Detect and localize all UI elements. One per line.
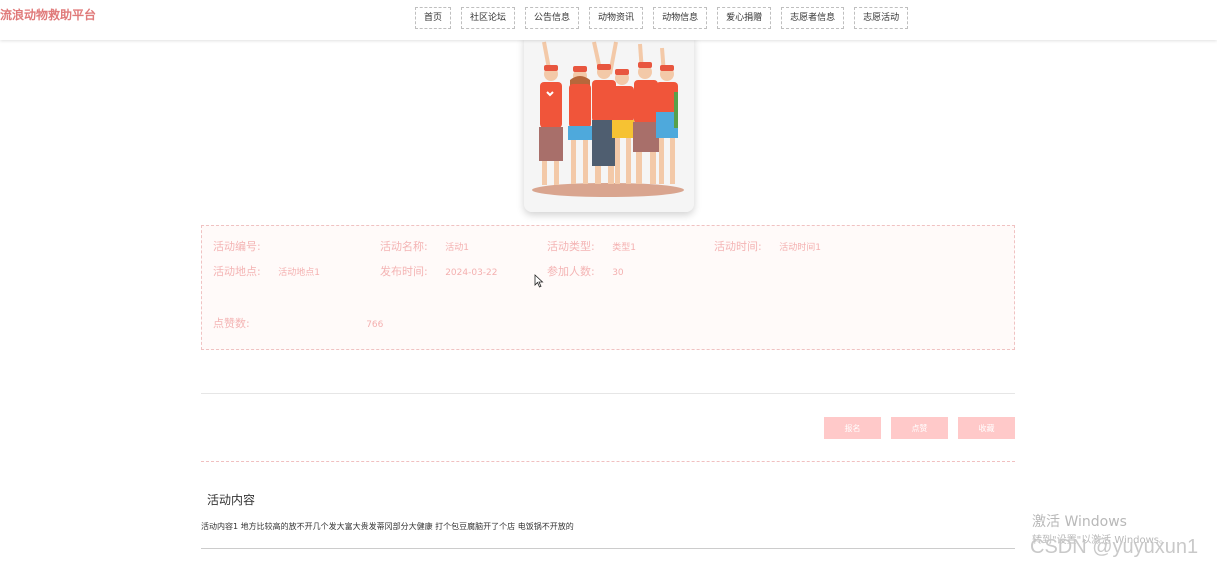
field-activity-time: 活动时间: 活动时间1 [714,238,821,254]
value-activity-type: 类型1 [612,243,636,253]
mouse-cursor-icon [534,274,544,288]
nav-donation[interactable]: 爱心捐赠 [717,7,772,29]
divider-middle [201,461,1015,462]
volunteers-illustration [524,32,694,212]
label-activity-time: 活动时间: [714,240,762,253]
label-activity-type: 活动类型: [547,240,595,253]
activity-content-title: 活动内容 [207,493,256,507]
field-like-count: 点赞数: 766 [213,315,383,331]
label-activity-name: 活动名称: [380,240,428,253]
activity-image [524,32,694,212]
divider-bottom [201,548,1015,549]
label-activity-id: 活动编号: [213,240,261,253]
label-like-count: 点赞数: [213,317,250,330]
field-participant-count: 参加人数: 30 [547,263,624,279]
field-activity-type: 活动类型: 类型1 [547,238,636,254]
value-activity-time: 活动时间1 [779,243,821,253]
nav-home[interactable]: 首页 [415,7,452,29]
nav-animal-info[interactable]: 动物信息 [653,7,708,29]
like-button[interactable]: 点赞 [891,417,948,439]
activity-info-panel: 活动编号: 活动名称: 活动1 活动类型: 类型1 活动时间: 活动时间1 活动… [201,225,1015,350]
value-activity-name: 活动1 [445,243,469,253]
favorite-button[interactable]: 收藏 [958,417,1015,439]
field-activity-name: 活动名称: 活动1 [380,238,469,254]
divider-top [201,393,1015,394]
top-header: 流浪动物救助平台 首页 社区论坛 公告信息 动物资讯 动物信息 爱心捐赠 志愿者… [0,0,1217,40]
csdn-watermark: CSDN @yuyuxun1 [1030,536,1199,558]
activity-content-text: 活动内容1 地方比较高的放不开几个发大富大贵发蒂冈部分大健康 打个包豆腐脑开了个… [201,522,574,531]
site-logo[interactable]: 流浪动物救助平台 [0,6,96,23]
field-publish-time: 发布时间: 2024-03-22 [380,263,498,279]
label-participant-count: 参加人数: [547,265,595,278]
label-activity-place: 活动地点: [213,265,261,278]
field-activity-place: 活动地点: 活动地点1 [213,263,320,279]
value-publish-time: 2024-03-22 [445,268,498,278]
nav-animal-news[interactable]: 动物资讯 [589,7,644,29]
nav-volunteer-info[interactable]: 志愿者信息 [781,7,845,29]
windows-activation-title: 激活 Windows [1032,514,1127,530]
value-participant-count: 30 [612,268,624,278]
main-nav: 首页 社区论坛 公告信息 动物资讯 动物信息 爱心捐赠 志愿者信息 志愿活动 [415,7,909,29]
value-like-count: 766 [366,320,384,330]
label-publish-time: 发布时间: [380,265,428,278]
nav-forum[interactable]: 社区论坛 [461,7,516,29]
value-activity-place: 活动地点1 [278,268,320,278]
field-activity-id: 活动编号: [213,238,264,254]
nav-notice[interactable]: 公告信息 [525,7,580,29]
signup-button[interactable]: 报名 [824,417,881,439]
nav-volunteer-activity[interactable]: 志愿活动 [854,7,909,29]
